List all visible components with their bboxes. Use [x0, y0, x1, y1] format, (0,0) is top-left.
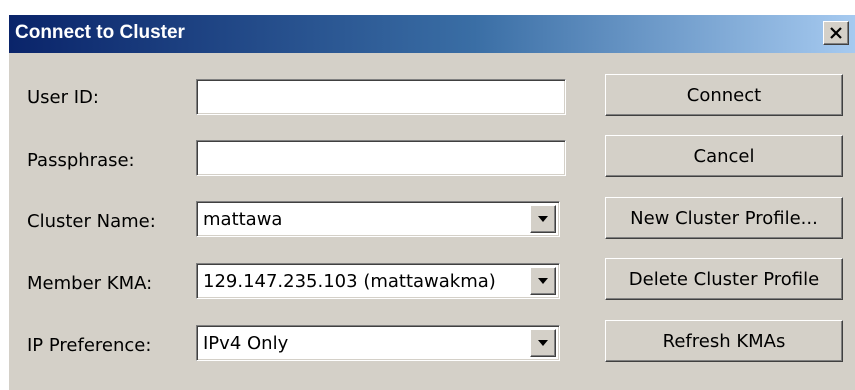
chevron-down-icon	[538, 216, 548, 222]
window-title: Connect to Cluster	[15, 22, 185, 43]
close-button[interactable]	[823, 21, 849, 45]
chevron-down-icon	[538, 278, 548, 284]
cancel-button[interactable]: Cancel	[605, 135, 843, 177]
delete-cluster-profile-button[interactable]: Delete Cluster Profile	[605, 258, 843, 300]
member-kma-label: Member KMA:	[27, 273, 153, 294]
connect-dialog: Connect to Cluster User ID: Passphrase: …	[8, 14, 855, 390]
member-kma-dropdown[interactable]: 129.147.235.103 (mattawakma)	[196, 263, 560, 299]
refresh-kmas-button[interactable]: Refresh KMAs	[605, 320, 843, 362]
cluster-name-dropdown-button[interactable]	[530, 205, 556, 233]
member-kma-value: 129.147.235.103 (mattawakma)	[203, 271, 496, 292]
passphrase-field[interactable]	[196, 140, 566, 176]
ip-preference-dropdown-button[interactable]	[530, 329, 556, 357]
ip-preference-value: IPv4 Only	[203, 333, 289, 354]
title-bar[interactable]: Connect to Cluster	[9, 15, 855, 53]
ip-preference-dropdown[interactable]: IPv4 Only	[196, 325, 560, 361]
user-id-field[interactable]	[196, 79, 566, 115]
connect-button[interactable]: Connect	[605, 74, 843, 116]
user-id-label: User ID:	[27, 87, 99, 108]
chevron-down-icon	[538, 340, 548, 346]
member-kma-dropdown-button[interactable]	[530, 267, 556, 295]
close-x-icon	[830, 27, 842, 39]
new-cluster-profile-button[interactable]: New Cluster Profile...	[605, 197, 843, 239]
cluster-name-label: Cluster Name:	[27, 211, 156, 232]
cluster-name-dropdown[interactable]: mattawa	[196, 201, 560, 237]
ip-preference-label: IP Preference:	[27, 335, 152, 356]
cluster-name-value: mattawa	[203, 209, 283, 230]
passphrase-label: Passphrase:	[27, 150, 135, 171]
